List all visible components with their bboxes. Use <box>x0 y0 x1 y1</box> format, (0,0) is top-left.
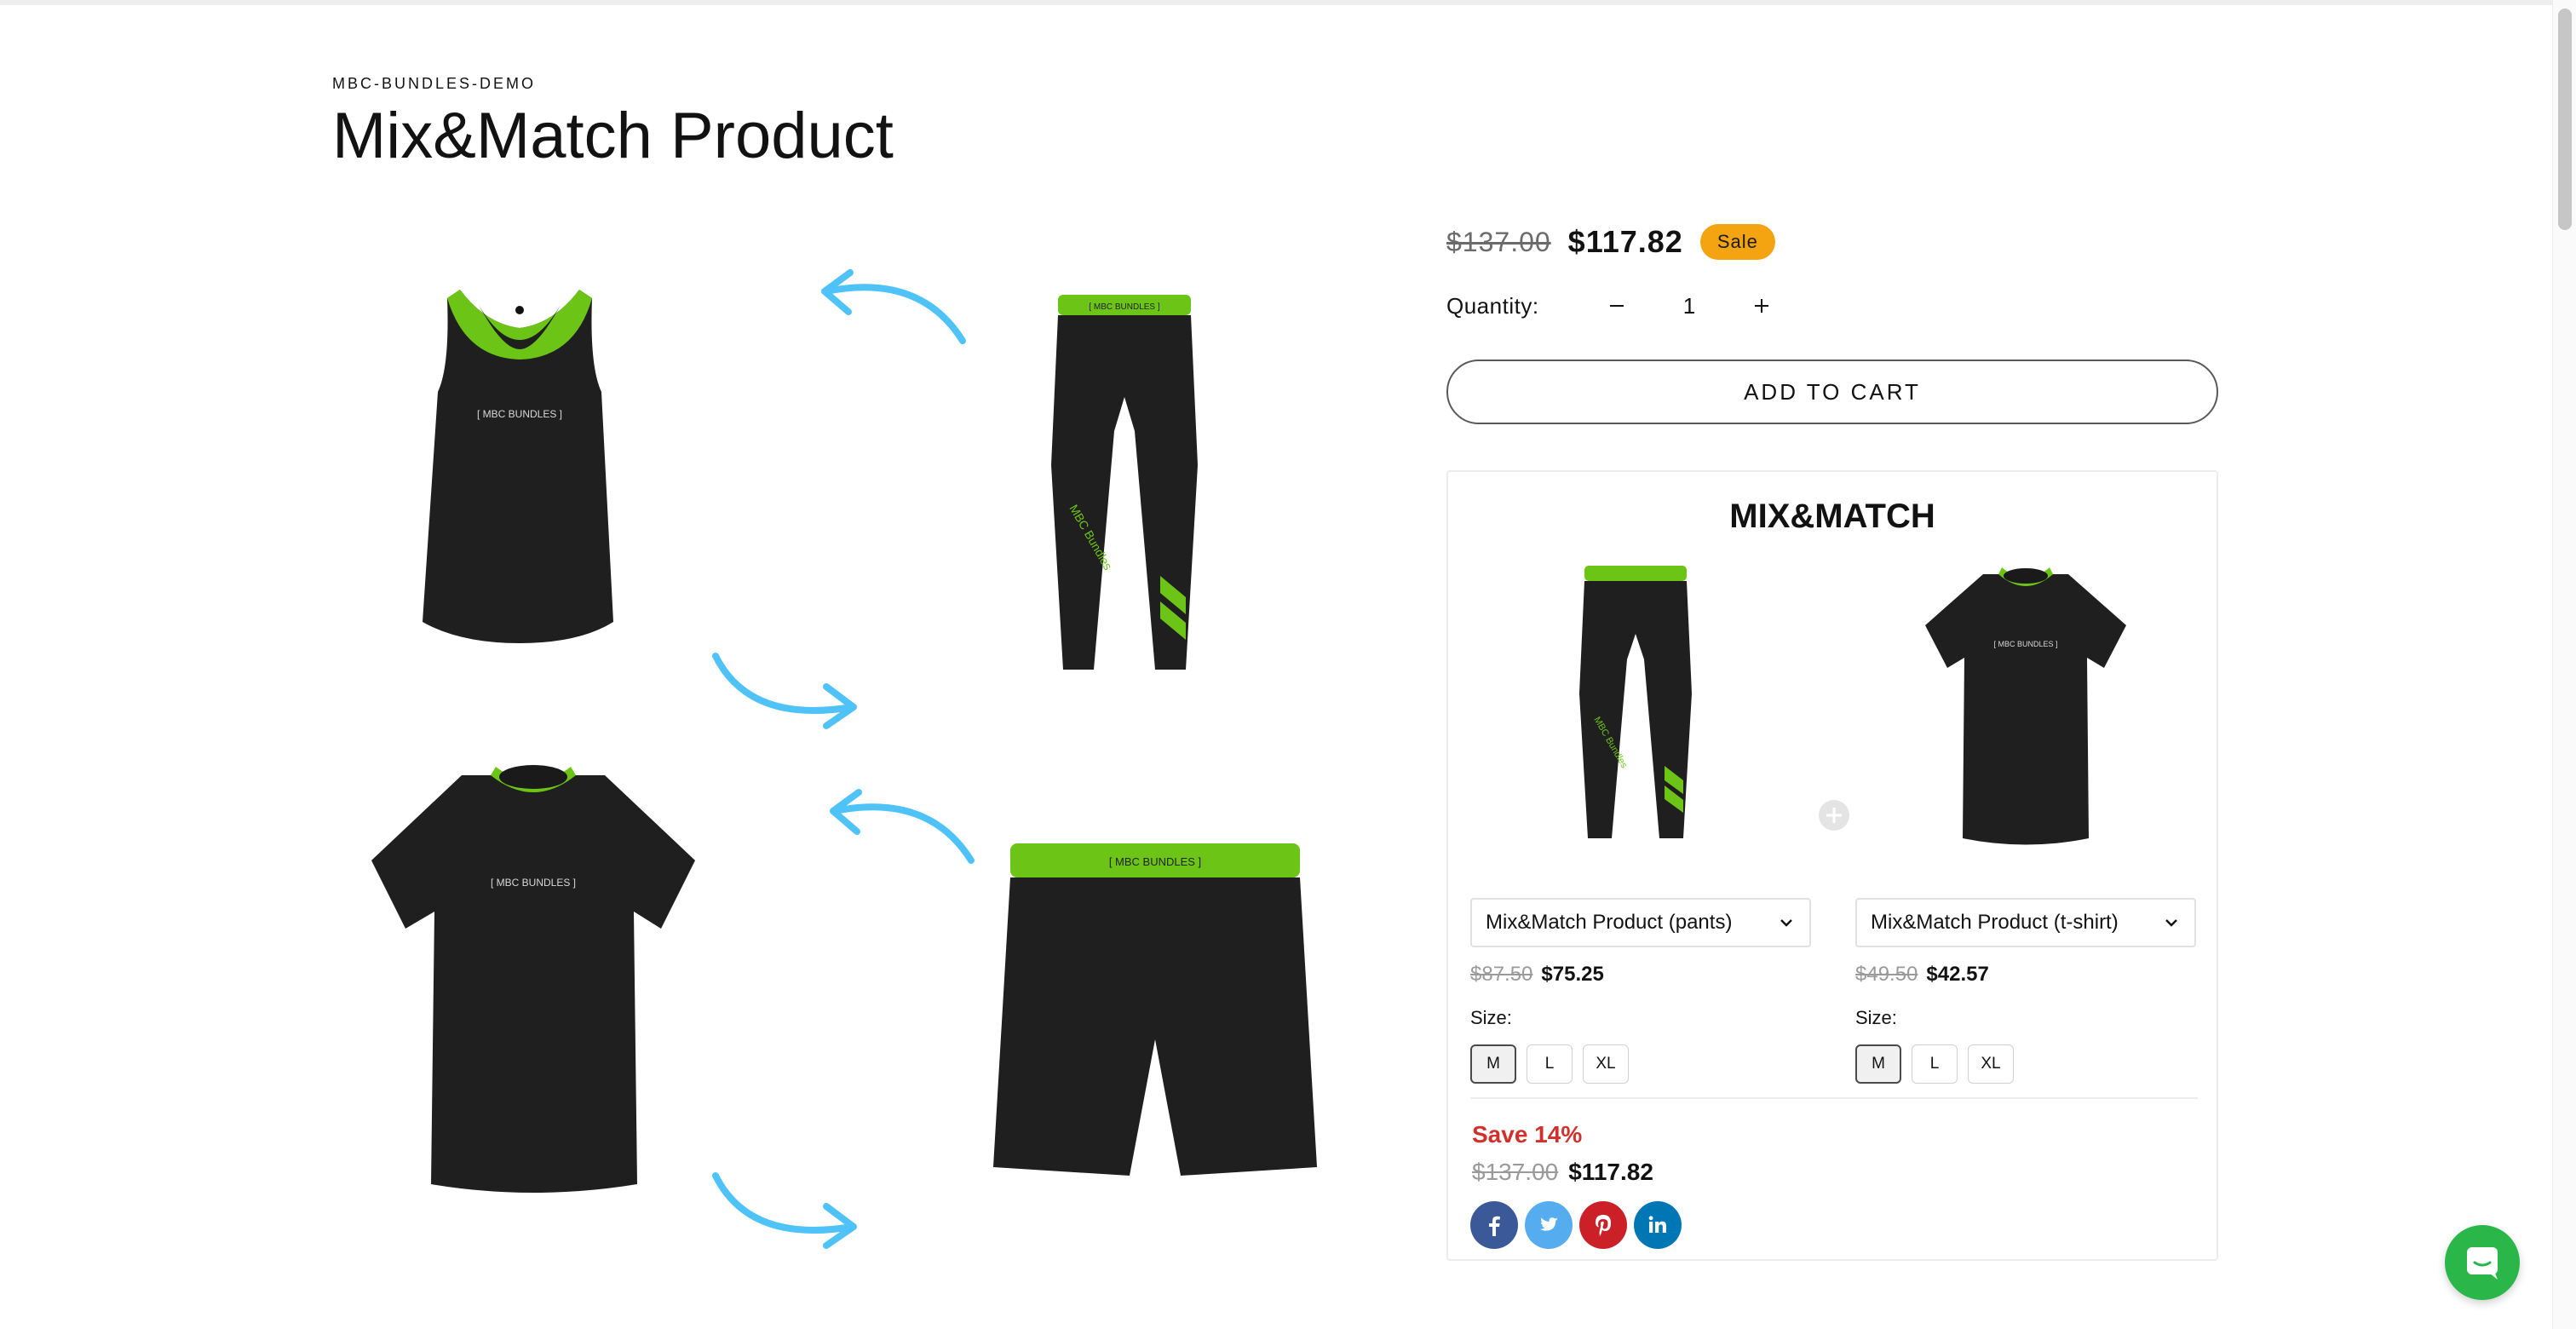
size-option-m[interactable]: M <box>1470 1044 1516 1084</box>
mix-match-bundle: MIX&MATCH MBC Bundles Mix&Match Product … <box>1446 470 2218 1261</box>
svg-text:[ MBC BUNDLES ]: [ MBC BUNDLES ] <box>1109 855 1201 868</box>
bundle-pants-image: MBC Bundles <box>1579 566 1692 838</box>
add-to-cart-button[interactable]: ADD TO CART <box>1446 360 2218 424</box>
size-options: M L XL <box>1855 1044 2014 1084</box>
size-label: Size: <box>1855 1007 1897 1028</box>
item-price: $87.50 $75.25 <box>1470 963 1604 987</box>
arrow-top-left <box>821 269 966 344</box>
item-price: $49.50 $42.57 <box>1855 963 1989 987</box>
vendor-label[interactable]: MBC-BUNDLES-DEMO <box>332 75 536 93</box>
facebook-icon[interactable] <box>1470 1201 1518 1249</box>
top-border <box>0 0 2576 5</box>
size-option-l[interactable]: L <box>1912 1044 1958 1084</box>
social-share <box>1470 1201 1682 1249</box>
shorts-image: [ MBC BUNDLES ] <box>993 843 1317 1176</box>
minus-icon <box>1610 305 1624 307</box>
bundle-new-total: $117.82 <box>1568 1159 1653 1185</box>
chat-button[interactable] <box>2445 1225 2520 1300</box>
quantity-label: Quantity: <box>1446 292 1539 319</box>
item-new-price: $42.57 <box>1926 963 1989 986</box>
plus-circle-icon <box>1819 800 1849 831</box>
bundle-old-total: $137.00 <box>1472 1159 1559 1185</box>
chevron-down-icon <box>2165 919 2177 927</box>
chevron-down-icon <box>1780 919 1792 927</box>
sale-badge: Sale <box>1699 224 1775 260</box>
arrow-bottom-right <box>712 1172 857 1249</box>
pinterest-icon[interactable] <box>1579 1201 1627 1249</box>
linkedin-icon[interactable] <box>1634 1201 1682 1249</box>
item-old-price: $49.50 <box>1855 963 1918 986</box>
plus-icon <box>1755 299 1768 313</box>
svg-text:[ MBC BUNDLES ]: [ MBC BUNDLES ] <box>1089 302 1160 312</box>
arrow-lower-left <box>830 789 975 864</box>
select-value: Mix&Match Product (pants) <box>1486 911 1733 934</box>
quantity-input[interactable] <box>1642 285 1736 327</box>
save-percentage: Save 14% <box>1472 1121 1583 1148</box>
product-gallery[interactable]: [ MBC BUNDLES ] [ MBC BUNDLES ] MBC Bund… <box>332 230 1354 1286</box>
pants-image: [ MBC BUNDLES ] MBC Bundles <box>1051 295 1198 670</box>
item-old-price: $87.50 <box>1470 963 1533 986</box>
chat-icon <box>2467 1247 2498 1280</box>
sale-price: $117.82 <box>1567 224 1683 259</box>
scrollbar-thumb[interactable] <box>2558 9 2572 230</box>
svg-text:[ MBC BUNDLES ]: [ MBC BUNDLES ] <box>477 408 562 420</box>
select-value: Mix&Match Product (t-shirt) <box>1871 911 2119 934</box>
product-title: Mix&Match Product <box>332 100 894 172</box>
bundle-title: MIX&MATCH <box>1729 498 1935 535</box>
item-new-price: $75.25 <box>1541 963 1604 986</box>
tshirt-image: [ MBC BUNDLES ] <box>371 765 695 1193</box>
svg-text:[ MBC BUNDLES ]: [ MBC BUNDLES ] <box>1993 640 2057 648</box>
size-option-l[interactable]: L <box>1527 1044 1573 1084</box>
bundle-total: $137.00 $117.82 <box>1472 1159 1653 1186</box>
size-label: Size: <box>1470 1007 1512 1028</box>
size-option-xl[interactable]: XL <box>1583 1044 1629 1084</box>
tank-top-image: [ MBC BUNDLES ] <box>423 290 613 643</box>
bundle-variant-select-pants[interactable]: Mix&Match Product (pants) <box>1470 898 1811 947</box>
price-row: $137.00 $117.82 Sale <box>1446 218 1775 266</box>
quantity-selector: Quantity: <box>1446 285 1787 327</box>
size-option-m[interactable]: M <box>1855 1044 1901 1084</box>
compare-price: $137.00 <box>1446 226 1551 257</box>
size-option-xl[interactable]: XL <box>1968 1044 2014 1084</box>
quantity-increase-button[interactable] <box>1736 285 1787 327</box>
size-options: M L XL <box>1470 1044 1629 1084</box>
twitter-icon[interactable] <box>1525 1201 1573 1249</box>
page-scrollbar[interactable] <box>2552 0 2576 1329</box>
svg-text:[ MBC BUNDLES ]: [ MBC BUNDLES ] <box>491 877 576 889</box>
quantity-decrease-button[interactable] <box>1591 285 1642 327</box>
arrow-middle-right <box>712 653 857 729</box>
bundle-divider <box>1470 1097 2198 1099</box>
bundle-tshirt-image: [ MBC BUNDLES ] <box>1925 567 2126 845</box>
bundle-variant-select-tshirt[interactable]: Mix&Match Product (t-shirt) <box>1855 898 2196 947</box>
